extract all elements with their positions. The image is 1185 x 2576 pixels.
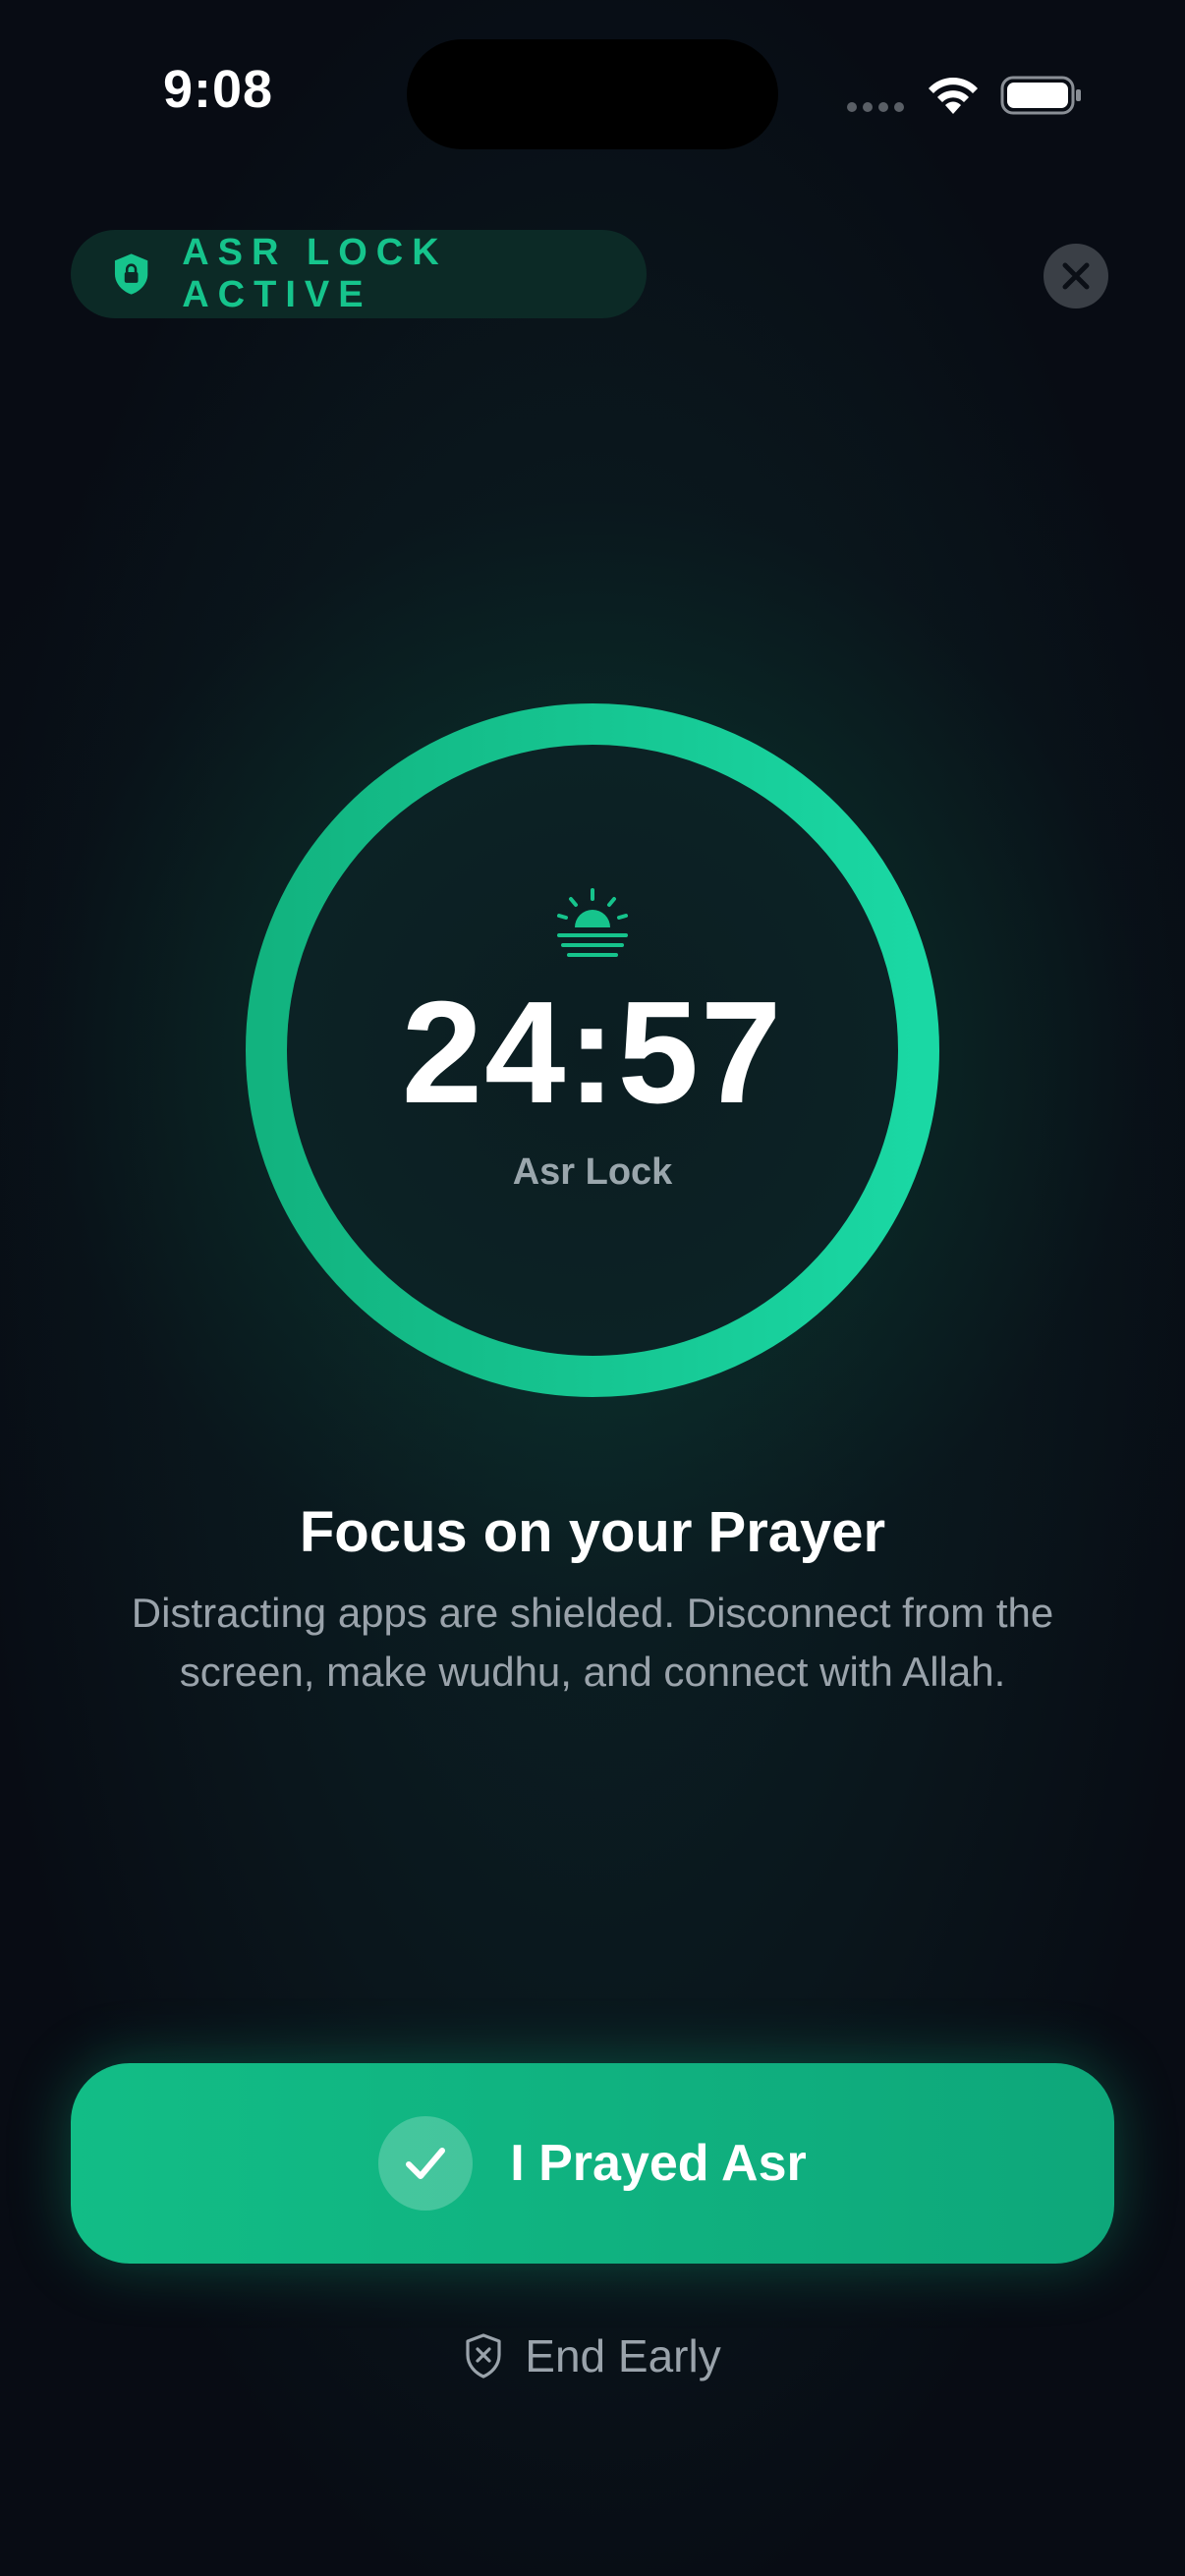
badge-label: ASR LOCK ACTIVE (182, 232, 448, 315)
lock-screen: 9:08 ASR LOCK ACTIVE 24:57 Asr Lock Focu… (0, 0, 1185, 2576)
battery-icon (1000, 76, 1081, 115)
shield-x-icon (466, 2333, 501, 2379)
close-icon (1062, 262, 1090, 290)
i-prayed-label: I Prayed Asr (510, 2135, 807, 2192)
check-icon (406, 2148, 446, 2179)
sunset-icon (557, 888, 628, 957)
lock-shield-icon (114, 253, 148, 295)
close-button[interactable] (1044, 244, 1108, 308)
timer-display: 24:57 Asr Lock (246, 703, 939, 1397)
cellular-signal-icon (847, 102, 904, 112)
timer-label: Asr Lock (512, 1151, 673, 1193)
message-title: Focus on your Prayer (299, 1500, 886, 1564)
i-prayed-button[interactable]: I Prayed Asr (71, 2063, 1114, 2264)
end-early-button[interactable]: End Early (0, 2326, 1185, 2385)
dynamic-island (407, 39, 778, 149)
wifi-icon (929, 78, 978, 114)
end-early-label: End Early (525, 2330, 721, 2381)
status-time: 9:08 (163, 60, 274, 119)
timer-countdown: 24:57 (401, 972, 784, 1134)
message-body: Distracting apps are shielded. Disconnec… (131, 1590, 1054, 1695)
lock-active-badge: ASR LOCK ACTIVE (71, 230, 647, 318)
check-circle (378, 2116, 474, 2211)
status-bar: 9:08 (0, 0, 1185, 187)
